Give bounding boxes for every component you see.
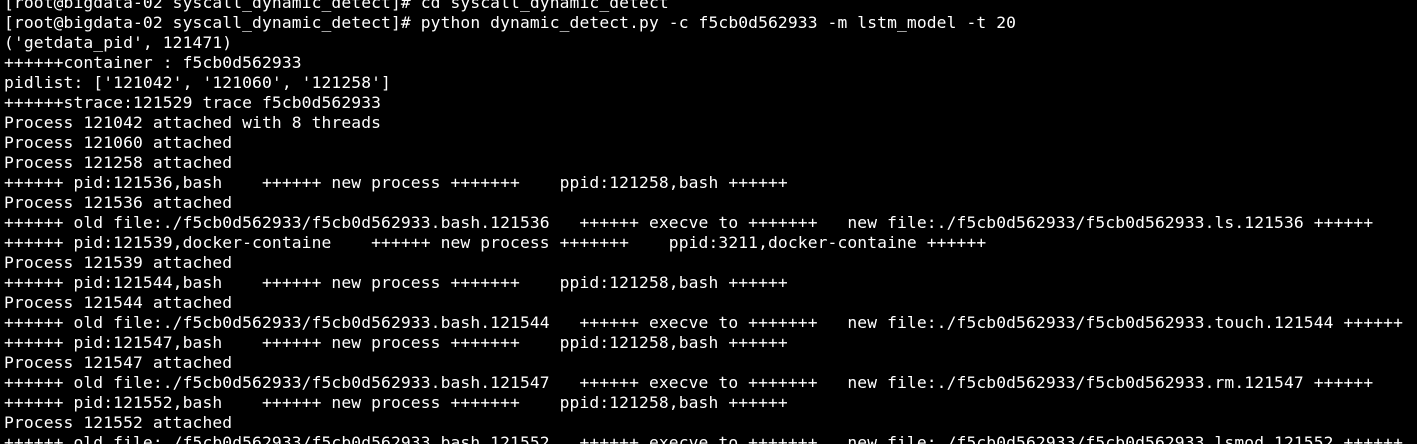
terminal-line: ++++++ old file:./f5cb0d562933/f5cb0d562… — [4, 213, 1374, 232]
terminal-line: ++++++ pid:121539,docker-containe ++++++… — [4, 233, 987, 252]
terminal-line: Process 121536 attached — [4, 193, 233, 212]
terminal-line: ++++++container : f5cb0d562933 — [4, 53, 302, 72]
terminal-line: Process 121060 attached — [4, 133, 233, 152]
terminal-line: ++++++ pid:121547,bash ++++++ new proces… — [4, 333, 788, 352]
terminal-line: ++++++ old file:./f5cb0d562933/f5cb0d562… — [4, 373, 1374, 392]
terminal-line: Process 121258 attached — [4, 153, 233, 172]
terminal-line: ++++++ old file:./f5cb0d562933/f5cb0d562… — [4, 313, 1404, 332]
terminal-line: ++++++ old file:./f5cb0d562933/f5cb0d562… — [4, 433, 1404, 444]
terminal-output[interactable]: [root@bigdata-02 syscall_dynamic_detect]… — [4, 0, 1417, 444]
terminal-line: Process 121539 attached — [4, 253, 233, 272]
terminal-line: ++++++ pid:121536,bash ++++++ new proces… — [4, 173, 788, 192]
terminal-line: ++++++ pid:121544,bash ++++++ new proces… — [4, 273, 788, 292]
terminal-line: Process 121042 attached with 8 threads — [4, 113, 382, 132]
terminal-line: Process 121552 attached — [4, 413, 233, 432]
terminal-command-line: [root@bigdata-02 syscall_dynamic_detect]… — [4, 13, 1017, 32]
terminal-line: [root@bigdata-02 syscall_dynamic_detect]… — [4, 0, 669, 12]
terminal-line: pidlist: ['121042', '121060', '121258'] — [4, 73, 391, 92]
terminal-line: Process 121547 attached — [4, 353, 233, 372]
terminal-line: ++++++ pid:121552,bash ++++++ new proces… — [4, 393, 788, 412]
terminal-line: ++++++strace:121529 trace f5cb0d562933 — [4, 93, 382, 112]
terminal-line: Process 121544 attached — [4, 293, 233, 312]
terminal-line: ('getdata_pid', 121471) — [4, 33, 233, 52]
